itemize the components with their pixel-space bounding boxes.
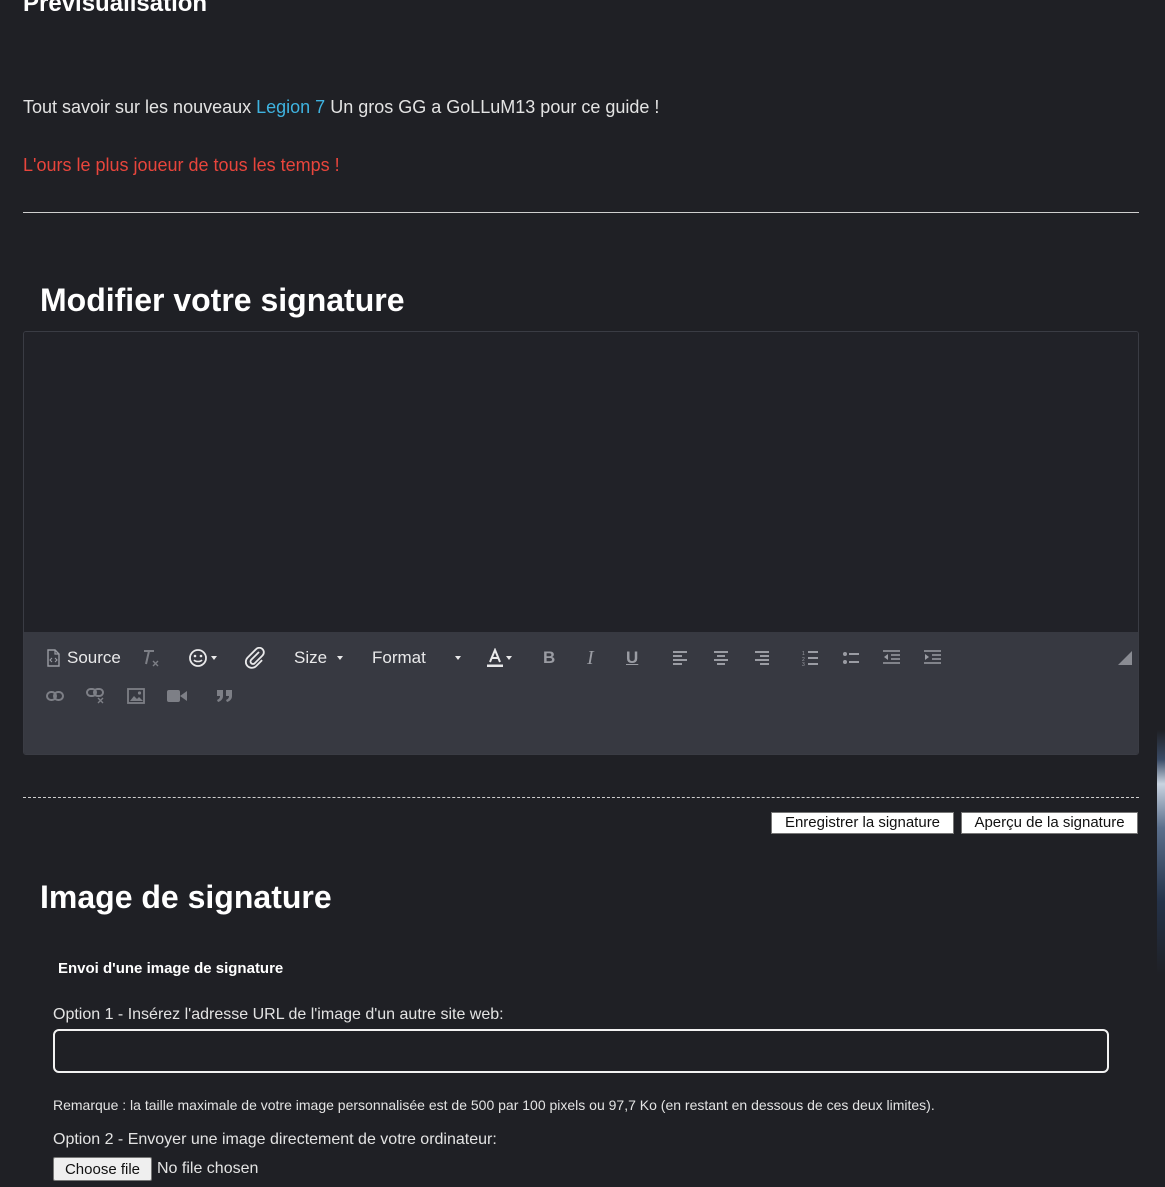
upload-subheading: Envoi d'une image de signature	[58, 960, 284, 977]
source-button[interactable]: Source	[45, 647, 121, 669]
chevron-down-icon	[211, 656, 217, 660]
image-url-input[interactable]	[53, 1029, 1109, 1073]
smiley-icon	[189, 649, 207, 667]
resize-icon[interactable]	[1118, 647, 1132, 669]
save-signature-button[interactable]: Enregistrer la signature	[771, 812, 954, 834]
image-icon[interactable]	[127, 685, 145, 707]
preview-text-after: Un gros GG a GoLLuM13 pour ce guide !	[325, 97, 660, 117]
remove-format-icon[interactable]	[141, 647, 161, 669]
format-label: Format	[372, 648, 426, 667]
italic-icon[interactable]: I	[587, 647, 594, 669]
dashed-divider	[23, 797, 1139, 798]
svg-text:3: 3	[802, 662, 805, 666]
background-image-edge	[1157, 730, 1165, 975]
quote-icon[interactable]	[216, 685, 234, 707]
option2-label: Option 2 - Envoyer une image directement…	[53, 1131, 497, 1148]
choose-file-button[interactable]: Choose file	[53, 1157, 152, 1181]
editor-toolbar: Source Size Format B I U 1 2 3	[24, 632, 1138, 754]
source-icon	[45, 649, 61, 667]
numbered-list-icon[interactable]: 123	[802, 647, 818, 669]
align-right-icon[interactable]	[755, 647, 769, 669]
preview-text-before: Tout savoir sur les nouveaux	[23, 97, 257, 117]
preview-signature-button[interactable]: Aperçu de la signature	[961, 812, 1138, 834]
image-section-title: Image de signature	[40, 879, 332, 915]
divider	[23, 212, 1139, 213]
outdent-icon[interactable]	[883, 647, 900, 669]
legion-7-link[interactable]: Legion 7	[256, 97, 325, 117]
align-center-icon[interactable]	[714, 647, 728, 669]
bold-icon[interactable]: B	[543, 647, 555, 669]
video-icon[interactable]	[167, 685, 187, 707]
editor-text-area[interactable]	[24, 332, 1138, 632]
signature-editor: Source Size Format B I U 1 2 3	[23, 331, 1139, 755]
unlink-icon[interactable]	[86, 685, 106, 707]
option1-label: Option 1 - Insérez l'adresse URL de l'im…	[53, 1006, 504, 1023]
underline-icon[interactable]: U	[626, 647, 638, 669]
source-label: Source	[67, 648, 121, 667]
align-left-icon[interactable]	[673, 647, 687, 669]
chevron-down-icon	[337, 656, 344, 660]
preview-text: Tout savoir sur les nouveaux Legion 7 Un…	[23, 97, 659, 118]
text-color-icon	[487, 648, 503, 667]
indent-icon[interactable]	[924, 647, 941, 669]
bulleted-list-icon[interactable]	[843, 647, 859, 669]
format-dropdown[interactable]: Format	[372, 647, 461, 669]
size-dropdown[interactable]: Size	[294, 647, 344, 669]
preview-heading: Prévisualisation	[23, 0, 208, 17]
page: Prévisualisation Tout savoir sur les nou…	[0, 0, 1165, 1187]
chevron-down-icon	[506, 656, 512, 660]
preview-red-text: L'ours le plus joueur de tous les temps …	[23, 155, 340, 175]
attachment-icon[interactable]	[244, 647, 266, 669]
chevron-down-icon	[454, 656, 461, 660]
signature-section-title: Modifier votre signature	[40, 282, 405, 318]
size-label: Size	[294, 648, 328, 667]
text-color-button[interactable]	[486, 647, 512, 669]
file-status: No file chosen	[157, 1160, 259, 1177]
size-remark: Remarque : la taille maximale de votre i…	[53, 1097, 935, 1113]
link-icon[interactable]	[46, 685, 64, 707]
smiley-button[interactable]	[188, 647, 217, 669]
